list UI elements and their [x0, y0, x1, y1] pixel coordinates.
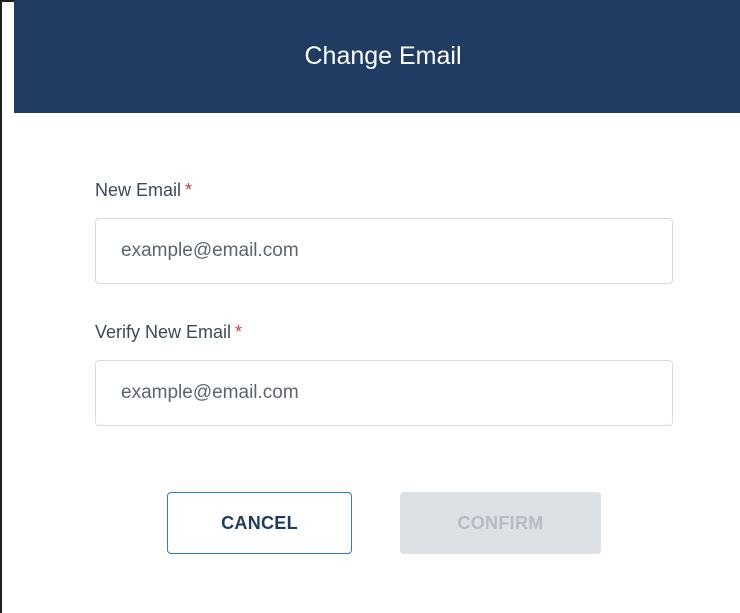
new-email-input[interactable] [119, 239, 672, 263]
confirm-button[interactable]: CONFIRM [400, 492, 601, 554]
new-email-label-text: New Email [95, 180, 182, 200]
verify-email-input[interactable] [119, 381, 672, 405]
dialog-title: Change Email [304, 42, 462, 70]
window-frame: Change Email New Email* Verify New Email… [0, 0, 740, 613]
verify-email-field[interactable] [95, 360, 673, 426]
verify-email-label-text: Verify New Email [95, 322, 232, 342]
window-top-border [0, 0, 14, 2]
verify-email-label: Verify New Email * [95, 322, 242, 343]
new-email-field[interactable] [95, 218, 673, 284]
window-left-border [0, 0, 2, 613]
change-email-dialog: Change Email New Email* Verify New Email… [14, 0, 740, 613]
cancel-button[interactable]: CANCEL [167, 492, 352, 554]
dialog-header: Change Email [14, 0, 740, 113]
new-email-label: New Email * [95, 180, 192, 201]
confirm-button-label: CONFIRM [457, 512, 544, 533]
required-indicator: * [185, 180, 193, 200]
required-indicator: * [235, 322, 243, 342]
cancel-button-label: CANCEL [221, 512, 298, 533]
